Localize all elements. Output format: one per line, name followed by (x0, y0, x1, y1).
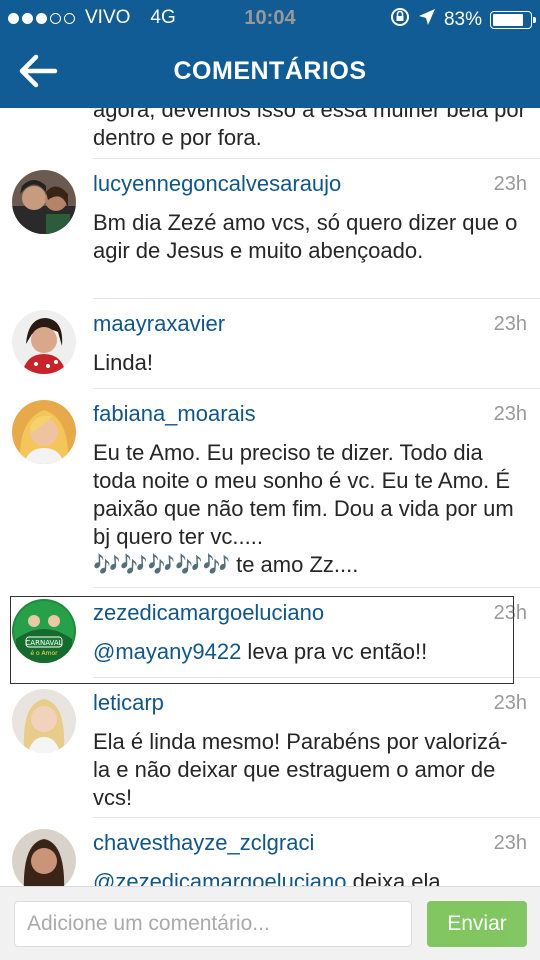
comment-username[interactable]: zezedicamargoeluciano (93, 600, 324, 626)
avatar[interactable]: CARNAVAL é o Amor (12, 599, 76, 663)
app-header: VIVO 4G 10:04 83% COMENTÁRIOS (0, 0, 540, 108)
comment-text: @zezedicamargoeluciano deixa ela (93, 868, 518, 886)
comment-item: fabiana_moarais 23h Eu te Amo. Eu precis… (0, 388, 540, 587)
svg-text:CARNAVAL: CARNAVAL (25, 639, 62, 647)
comment-item: lucyennegoncalvesaraujo 23h Bm dia Zezé … (0, 158, 540, 298)
comment-text: Eu te Amo. Eu preciso te dizer. Todo dia… (93, 440, 514, 549)
comment-item: CARNAVAL é o Amor zezedicamargoeluciano 2… (0, 587, 540, 677)
comment-text: @mayany9422 leva pra vc então!! (93, 638, 518, 666)
divider (93, 817, 540, 818)
comment-item: chavesthayze_zclgraci 23h @zezedicamargo… (0, 817, 540, 886)
avatar[interactable] (12, 829, 76, 886)
avatar[interactable] (12, 400, 76, 464)
comment-text-emoji-line: 🎶🎶🎶🎶🎶 te amo Zz.... (93, 552, 359, 577)
comment-time: 23h (493, 173, 527, 195)
comment-text-body: leva pra vc então!! (241, 639, 428, 664)
divider (93, 587, 540, 588)
location-arrow-icon (418, 8, 436, 32)
send-button[interactable]: Enviar (427, 901, 527, 947)
battery-icon (490, 11, 536, 29)
comment-time: 23h (493, 313, 527, 335)
comment-username[interactable]: leticarp (93, 690, 164, 716)
comment-text-body: deixa ela (346, 869, 441, 886)
divider (93, 158, 540, 159)
comment-input[interactable] (14, 901, 412, 947)
comment-text: Linda! (93, 350, 153, 375)
comment-time: 23h (493, 832, 527, 854)
comment-username[interactable]: chavesthayze_zclgraci (93, 830, 314, 856)
avatar[interactable] (12, 170, 76, 234)
divider (93, 677, 540, 678)
comment-composer: Enviar (0, 886, 540, 960)
mention-link[interactable]: @zezedicamargoeluciano (93, 869, 346, 886)
page-title: COMENTÁRIOS (173, 57, 367, 85)
avatar[interactable] (12, 689, 76, 753)
comment-time: 23h (493, 403, 527, 425)
rotation-lock-icon (390, 7, 410, 33)
divider (93, 388, 540, 389)
svg-text:é o Amor: é o Amor (30, 650, 58, 657)
comment-item: maayraxavier 23h Linda! (0, 298, 540, 388)
comment-username[interactable]: lucyennegoncalvesaraujo (93, 171, 341, 197)
nav-bar: COMENTÁRIOS (0, 36, 540, 108)
comment-username[interactable]: fabiana_moarais (93, 401, 256, 427)
mention-link[interactable]: @mayany9422 (93, 639, 241, 664)
status-bar: VIVO 4G 10:04 83% (0, 0, 540, 36)
comment-list[interactable]: agora, devemos isso a essa mulher bela p… (0, 108, 540, 886)
comment-text: Ela é linda mesmo! Parabéns por valorizá… (93, 729, 508, 810)
comment-text: Bm dia Zezé amo vcs, só quero dizer que … (93, 210, 518, 263)
comment-item: leticarp 23h Ela é linda mesmo! Parabéns… (0, 677, 540, 817)
comment-time: 23h (493, 692, 527, 714)
partial-comment-text: agora, devemos isso a essa mulher bela p… (93, 108, 526, 150)
comment-username[interactable]: maayraxavier (93, 311, 225, 337)
avatar[interactable] (12, 310, 76, 374)
battery-percent: 83% (443, 9, 482, 30)
comment-time: 23h (493, 602, 527, 624)
divider (93, 298, 540, 299)
status-right: 83% (390, 7, 536, 33)
